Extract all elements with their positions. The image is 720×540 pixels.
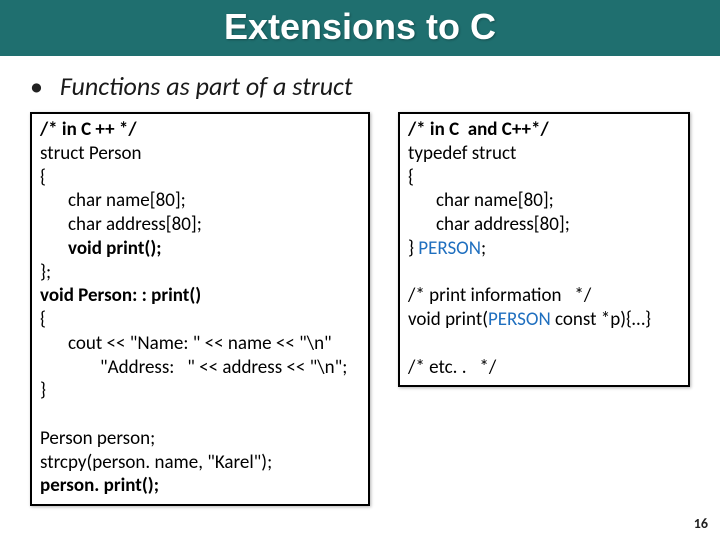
code-line: char name[80];: [408, 189, 680, 213]
code-line: cout << "Name: " << name << "\n": [40, 332, 360, 356]
code-blank: [40, 403, 360, 427]
code-line: }: [40, 379, 360, 403]
text: void print(: [408, 308, 488, 331]
code-line: char address[80];: [408, 213, 680, 237]
text: }: [408, 237, 418, 260]
code-blank: [408, 261, 680, 285]
code-line: /* print information */: [408, 284, 680, 308]
code-line: strcpy(person. name, "Karel");: [40, 451, 360, 475]
text: const *p){…}: [551, 308, 651, 331]
code-line: } PERSON;: [408, 237, 680, 261]
left-code-box: /* in C ++ */ struct Person { char name[…: [30, 112, 370, 506]
right-code-box: /* in C and C++*/ typedef struct { char …: [398, 112, 690, 387]
code-line: typedef struct: [408, 142, 680, 166]
code-line: {: [40, 166, 360, 190]
code-line: Person person;: [40, 427, 360, 451]
bullet-text: Functions as part of a struct: [60, 70, 353, 102]
code-line: void print();: [40, 237, 360, 261]
code-line: struct Person: [40, 142, 360, 166]
bullet-line: • Functions as part of a struct: [30, 70, 720, 102]
right-comment: /* in C and C++*/: [408, 118, 680, 142]
code-blank: [408, 332, 680, 356]
code-line: char address[80];: [40, 213, 360, 237]
code-line: };: [40, 261, 360, 285]
type-token: PERSON: [488, 308, 551, 331]
code-line: person. print();: [40, 474, 360, 498]
code-line: void print(PERSON const *p){…}: [408, 308, 680, 332]
code-line: {: [40, 308, 360, 332]
type-token: PERSON: [418, 237, 481, 260]
bullet-dot: •: [30, 70, 54, 102]
code-line: "Address: " << address << "\n";: [40, 356, 360, 380]
code-line: /* etc. . */: [408, 356, 680, 380]
page-number: 16: [694, 515, 708, 532]
code-columns: /* in C ++ */ struct Person { char name[…: [0, 112, 720, 506]
code-line: {: [408, 166, 680, 190]
left-comment: /* in C ++ */: [40, 118, 360, 142]
slide-title: Extensions to C: [0, 0, 720, 56]
text: ;: [481, 237, 486, 260]
code-line: void Person: : print(): [40, 284, 360, 308]
code-line: char name[80];: [40, 189, 360, 213]
